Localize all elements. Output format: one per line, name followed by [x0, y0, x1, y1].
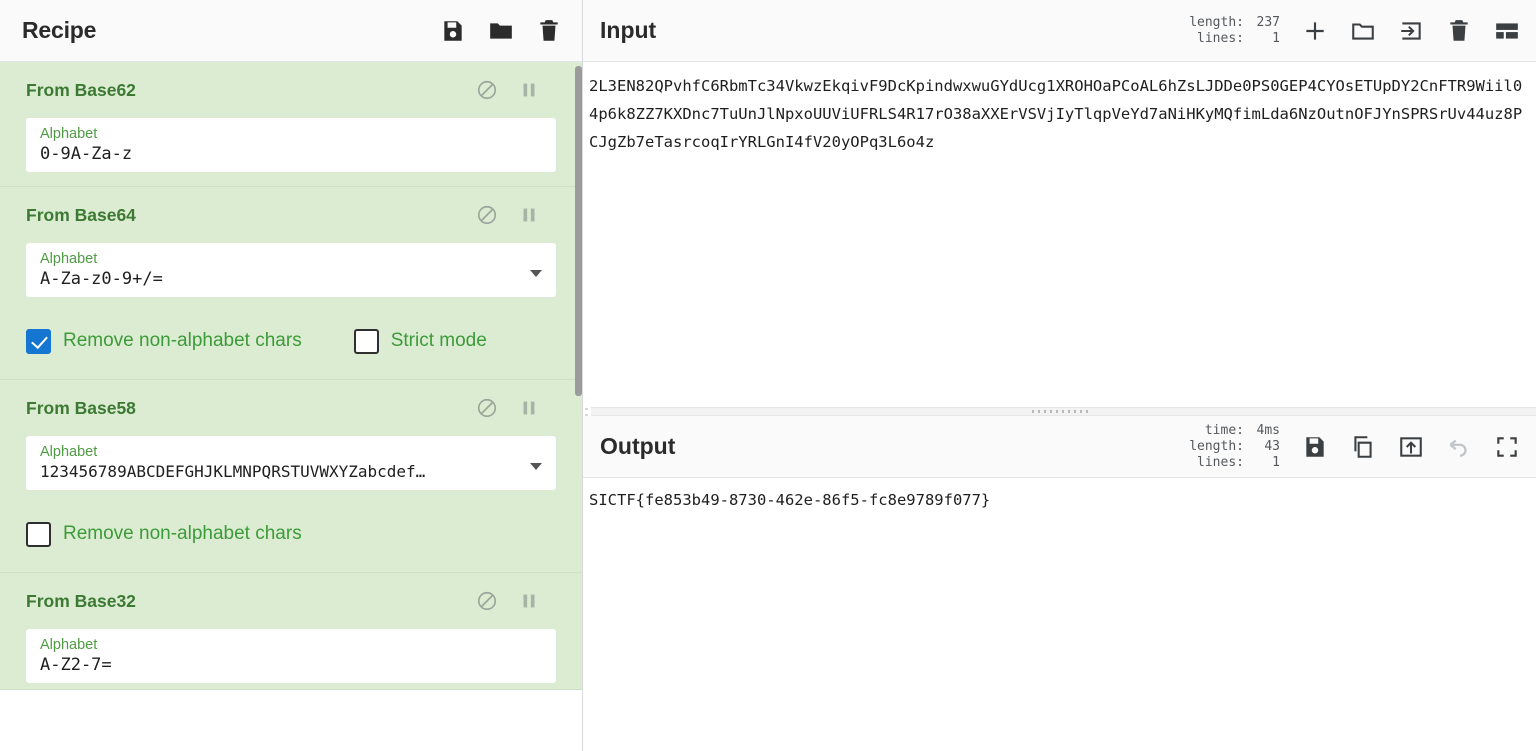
clear-input-icon[interactable]	[1446, 18, 1472, 44]
checkbox-label: Remove non-alphabet chars	[63, 330, 302, 351]
save-output-icon[interactable]	[1302, 434, 1328, 460]
pause-operation-icon[interactable]	[518, 79, 540, 101]
operation-controls	[476, 590, 556, 612]
chevron-down-icon[interactable]	[530, 270, 542, 277]
argument-alphabet[interactable]: Alphabet A-Za-z0-9+/=	[26, 243, 556, 297]
operation-controls	[476, 79, 556, 101]
input-length-key: length:	[1189, 14, 1244, 30]
checkbox-remove-non-alphabet-chars[interactable]: Remove non-alphabet chars	[26, 328, 302, 354]
recipe-operation[interactable]: From Base64 Alphabet A-Za-z0-9+/= Remove…	[0, 187, 582, 380]
operation-title: From Base64	[26, 204, 136, 225]
clear-recipe-icon[interactable]	[536, 18, 562, 44]
page-title: Recipe	[22, 17, 97, 43]
argument-value[interactable]: A-Za-z0-9+/=	[40, 268, 544, 290]
checkbox-strict-mode[interactable]: Strict mode	[353, 328, 487, 354]
disable-operation-icon[interactable]	[476, 397, 498, 419]
recipe-toolbar	[440, 18, 562, 44]
operation-controls	[476, 397, 556, 419]
pause-operation-icon[interactable]	[518, 204, 540, 226]
output-time-key: time:	[1204, 422, 1244, 438]
output-text-area[interactable]: SICTF{fe853b49-8730-462e-86f5-fc8e9789f0…	[583, 478, 1536, 751]
output-meta: time: 4ms length: 43 lines: 1	[1189, 423, 1302, 471]
recipe-title-bar: Recipe	[0, 0, 582, 62]
argument-alphabet[interactable]: Alphabet 0-9A-Za-z	[26, 118, 556, 172]
copy-output-icon[interactable]	[1350, 434, 1376, 460]
input-toolbar	[1302, 18, 1520, 44]
input-title: Input	[600, 17, 657, 43]
input-pane: Input length: 237 lines: 1 2L3EN82QPvhfC…	[583, 0, 1536, 408]
checkbox-box[interactable]	[26, 521, 51, 547]
recipe-pane: Recipe From Base62 Alphabet 0-9A-Za-z Fr…	[0, 0, 591, 751]
tabs-layout-icon[interactable]	[1494, 18, 1520, 44]
input-lines-key: lines:	[1197, 30, 1244, 46]
open-folder-icon[interactable]	[1350, 18, 1376, 44]
recipe-operation-list: From Base62 Alphabet 0-9A-Za-z From Base…	[0, 62, 582, 751]
pause-operation-icon[interactable]	[518, 590, 540, 612]
maximise-output-icon[interactable]	[1494, 434, 1520, 460]
io-splitter-horizontal[interactable]	[583, 407, 1536, 417]
output-toolbar	[1302, 434, 1520, 460]
operation-header: From Base62	[26, 62, 556, 118]
replace-input-icon[interactable]	[1398, 434, 1424, 460]
input-length-value: 237	[1256, 14, 1280, 30]
input-meta: length: 237 lines: 1	[1189, 15, 1302, 47]
argument-label: Alphabet	[40, 126, 98, 142]
argument-alphabet[interactable]: Alphabet A-Z2-7=	[26, 629, 556, 683]
open-file-icon[interactable]	[1398, 18, 1424, 44]
load-recipe-icon[interactable]	[488, 18, 514, 44]
io-column: Input length: 237 lines: 1 2L3EN82QPvhfC…	[583, 0, 1536, 751]
output-title-bar: Output time: 4ms length: 43 lines: 1	[583, 416, 1536, 479]
checkbox-label: Remove non-alphabet chars	[63, 523, 302, 544]
checkbox-label: Strict mode	[390, 330, 487, 351]
argument-value[interactable]: 123456789ABCDEFGHJKLMNPQRSTUVWXYZabcdef…	[40, 461, 544, 483]
argument-label: Alphabet	[40, 251, 98, 267]
pause-operation-icon[interactable]	[518, 397, 540, 419]
undo-bake-icon[interactable]	[1446, 434, 1472, 460]
operation-options: Remove non-alphabet chars	[26, 496, 556, 572]
operation-header: From Base64	[26, 187, 556, 243]
save-recipe-icon[interactable]	[440, 18, 466, 44]
add-input-tab-icon[interactable]	[1302, 18, 1328, 44]
operation-controls	[476, 204, 556, 226]
argument-label: Alphabet	[40, 444, 98, 460]
input-lines-value: 1	[1272, 30, 1280, 46]
recipe-operation[interactable]: From Base32 Alphabet A-Z2-7=	[0, 573, 582, 690]
argument-value[interactable]: 0-9A-Za-z	[40, 143, 544, 165]
output-lines-key: lines:	[1197, 454, 1244, 470]
operation-header: From Base58	[26, 380, 556, 436]
output-title: Output	[600, 433, 676, 460]
operation-header: From Base32	[26, 573, 556, 629]
disable-operation-icon[interactable]	[476, 204, 498, 226]
disable-operation-icon[interactable]	[476, 79, 498, 101]
output-pane: Output time: 4ms length: 43 lines: 1 SIC…	[583, 416, 1536, 751]
output-lines-value: 1	[1272, 454, 1280, 470]
operation-title: From Base62	[26, 79, 136, 100]
checkbox-box[interactable]	[353, 328, 379, 354]
output-time-value: 4ms	[1256, 422, 1280, 438]
operation-title: From Base32	[26, 590, 136, 611]
recipe-operation[interactable]: From Base58 Alphabet 123456789ABCDEFGHJK…	[0, 380, 582, 573]
argument-value[interactable]: A-Z2-7=	[40, 654, 544, 676]
chevron-down-icon[interactable]	[530, 463, 542, 470]
operation-title: From Base58	[26, 397, 136, 418]
argument-label: Alphabet	[40, 637, 98, 653]
splitter-grip	[1031, 410, 1088, 414]
operation-options: Remove non-alphabet chars Strict mode	[26, 303, 556, 379]
output-length-key: length:	[1189, 438, 1244, 454]
checkbox-remove-non-alphabet-chars[interactable]: Remove non-alphabet chars	[26, 521, 302, 547]
recipe-scrollbar[interactable]	[575, 66, 582, 396]
disable-operation-icon[interactable]	[476, 590, 498, 612]
input-title-bar: Input length: 237 lines: 1	[583, 0, 1536, 62]
output-length-value: 43	[1264, 438, 1280, 454]
recipe-operation[interactable]: From Base62 Alphabet 0-9A-Za-z	[0, 62, 582, 187]
argument-alphabet[interactable]: Alphabet 123456789ABCDEFGHJKLMNPQRSTUVWX…	[26, 436, 556, 490]
input-text-area[interactable]: 2L3EN82QPvhfC6RbmTc34VkwzEkqivF9DcKpindw…	[583, 62, 1536, 407]
cyberchef-app: Recipe From Base62 Alphabet 0-9A-Za-z Fr…	[0, 0, 1536, 751]
checkbox-box[interactable]	[26, 328, 51, 354]
